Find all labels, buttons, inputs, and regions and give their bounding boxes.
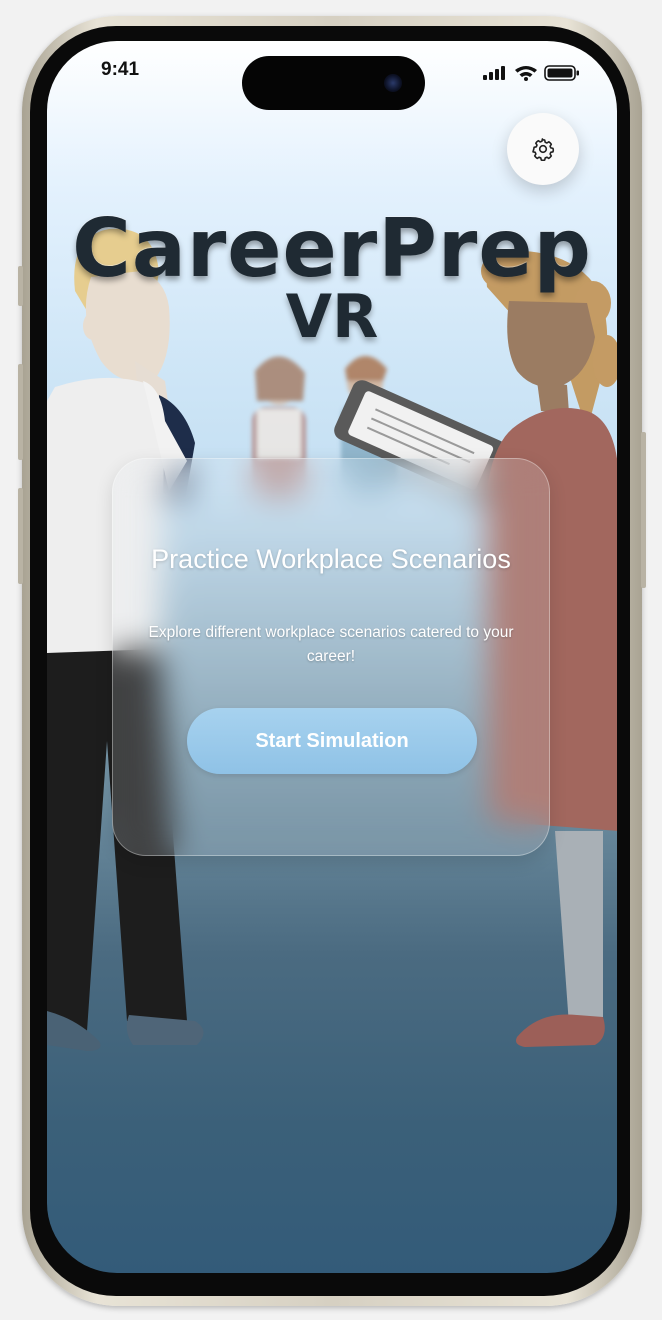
app-subtitle: VR xyxy=(285,282,379,352)
dynamic-island xyxy=(242,56,425,110)
app-title: CareerPrep xyxy=(72,202,592,295)
status-bar: 9:41 xyxy=(47,41,617,110)
gear-icon xyxy=(532,138,555,161)
status-time: 9:41 xyxy=(101,59,140,80)
volume-up-button xyxy=(18,364,23,460)
cellular-signal-icon xyxy=(483,66,505,80)
power-button xyxy=(641,432,646,588)
card-title: Practice Workplace Scenarios xyxy=(151,544,511,574)
volume-down-button xyxy=(18,488,23,584)
front-camera xyxy=(384,74,402,92)
action-button xyxy=(18,266,23,306)
start-simulation-button[interactable]: Start Simulation xyxy=(187,708,477,774)
battery-icon xyxy=(544,65,579,81)
app-screen: 9:41 CareerPrep VR Practice Workplace Sc… xyxy=(47,41,617,1273)
scenario-card: Practice Workplace Scenarios Explore dif… xyxy=(112,458,550,856)
status-icons xyxy=(483,65,579,81)
wifi-icon xyxy=(515,66,537,81)
settings-button[interactable] xyxy=(507,113,579,185)
card-description: Explore different workplace scenarios ca… xyxy=(148,624,514,665)
